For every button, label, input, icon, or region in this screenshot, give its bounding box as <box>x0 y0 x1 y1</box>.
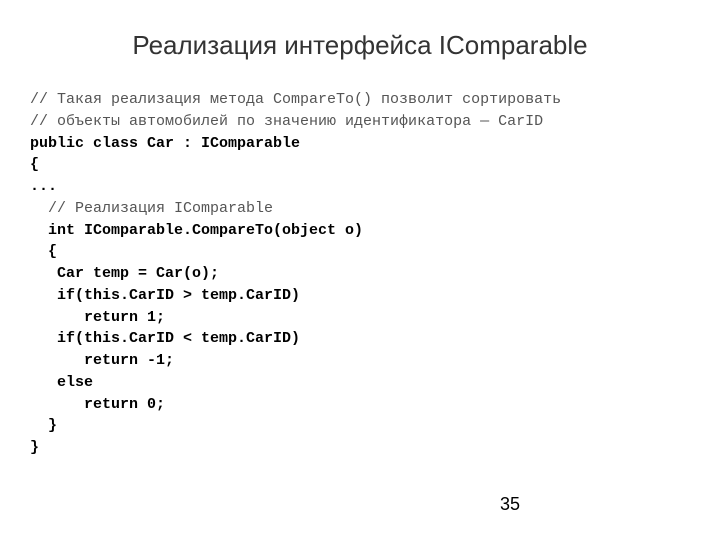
code-block: // Такая реализация метода CompareTo() п… <box>30 89 690 459</box>
code-line: if(this.CarID > temp.CarID) <box>30 287 300 304</box>
code-line: int IComparable.CompareTo(object o) <box>30 222 363 239</box>
code-line: { <box>30 243 57 260</box>
comment-line: // Такая реализация метода CompareTo() п… <box>30 91 561 108</box>
slide: Реализация интерфейса IComparable // Так… <box>0 0 720 479</box>
code-line: } <box>30 439 39 456</box>
comment-line: // Реализация IComparable <box>30 200 273 217</box>
code-line: else <box>30 374 93 391</box>
comment-line: // объекты автомобилей по значению идент… <box>30 113 543 130</box>
code-line: ... <box>30 178 57 195</box>
code-line: } <box>30 417 57 434</box>
code-line: return 0; <box>30 396 165 413</box>
code-line: if(this.CarID < temp.CarID) <box>30 330 300 347</box>
slide-title: Реализация интерфейса IComparable <box>30 30 690 61</box>
code-line: return 1; <box>30 309 165 326</box>
page-number: 35 <box>500 494 520 515</box>
code-line: return -1; <box>30 352 174 369</box>
code-line: public class Car : IComparable <box>30 135 300 152</box>
code-line: Car temp = Car(o); <box>30 265 219 282</box>
code-line: { <box>30 156 39 173</box>
